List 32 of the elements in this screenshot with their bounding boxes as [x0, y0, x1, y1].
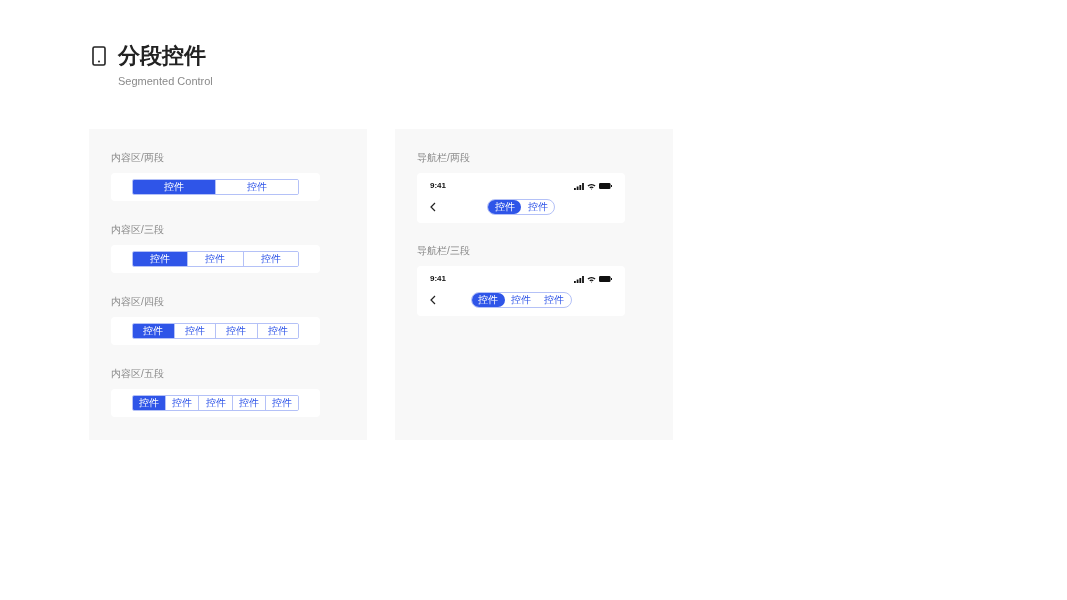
signal-icon: [574, 182, 584, 190]
section-label: 导航栏/两段: [417, 153, 471, 163]
battery-icon: [599, 276, 612, 282]
segment-tab[interactable]: 控件: [471, 293, 505, 307]
status-time: 9:41: [430, 275, 446, 283]
section-label: 内容区/三段: [111, 225, 165, 235]
segment-tab[interactable]: 控件: [537, 293, 571, 307]
section-label: 内容区/两段: [111, 153, 165, 163]
segment-tab[interactable]: 控件: [133, 180, 215, 194]
segment-tab[interactable]: 控件: [504, 293, 538, 307]
segment-tab[interactable]: 控件: [264, 396, 298, 410]
segment-tab[interactable]: 控件: [133, 252, 188, 266]
status-time: 9:41: [430, 182, 446, 190]
segment-tab[interactable]: 控件: [215, 180, 298, 194]
section-label: 导航栏/三段: [417, 246, 471, 256]
segment-tab[interactable]: 控件: [242, 252, 298, 266]
section-label: 内容区/五段: [111, 369, 165, 379]
section-label: 内容区/四段: [111, 297, 165, 307]
wifi-icon: [587, 275, 596, 283]
segment-tab[interactable]: 控件: [133, 324, 174, 338]
battery-icon: [599, 183, 612, 189]
back-icon[interactable]: [430, 295, 436, 305]
signal-icon: [574, 275, 584, 283]
back-icon[interactable]: [430, 202, 436, 212]
segment-tab[interactable]: 控件: [521, 200, 554, 214]
page-title: 分段控件: [118, 45, 206, 67]
page-subtitle: Segmented Control: [118, 76, 214, 87]
wifi-icon: [587, 182, 596, 190]
phone-icon: [92, 46, 106, 66]
segment-tab[interactable]: 控件: [256, 324, 298, 338]
segment-tab[interactable]: 控件: [133, 396, 166, 410]
segment-tab[interactable]: 控件: [488, 200, 521, 214]
